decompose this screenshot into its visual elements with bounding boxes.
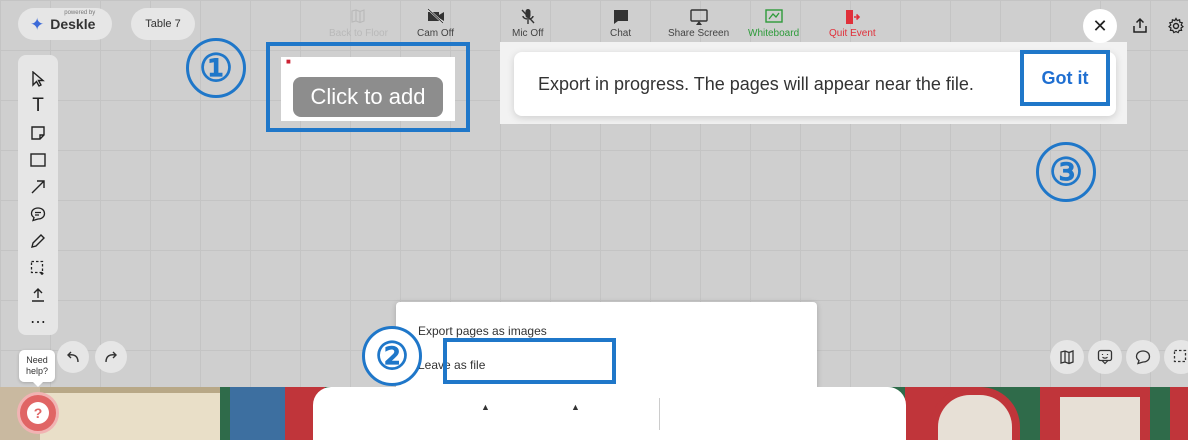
share-icon [1133,17,1147,33]
share-button[interactable] [1126,12,1154,40]
annotation-box-2 [443,338,616,384]
deskle-logo[interactable]: ✦ powered by Deskle [18,8,112,40]
logo-tagline: powered by [64,10,96,16]
whiteboard-toolbar: T ⋯ [18,55,58,335]
area-select-tool-icon[interactable] [23,254,53,281]
table-name[interactable]: Table 7 [131,8,195,40]
help-button[interactable]: ? [17,392,59,434]
more-tools-icon[interactable]: ⋯ [23,308,53,335]
camera-off-icon [426,8,445,28]
exit-icon [843,8,861,28]
mic-off-button[interactable]: Mic Off [512,8,543,39]
deskle-logo-icon: ✦ [30,14,45,34]
share-screen-icon [689,8,709,28]
comment-icon [1135,350,1151,365]
annotation-number-2: ② [362,326,422,386]
select-tool-icon[interactable] [23,65,53,92]
mic-options-caret[interactable]: ▲ [571,402,580,412]
got-it-button[interactable]: Got it [1020,50,1110,106]
cam-off-button[interactable]: Cam Off [417,8,454,39]
gear-icon [1168,17,1184,34]
cam-off-label: Cam Off [417,28,455,39]
mic-off-label: Mic Off [512,28,544,39]
upload-tool-icon[interactable] [23,281,53,308]
bottom-control-bar [313,387,906,440]
back-to-floor-label: Back to Floor [329,28,388,39]
back-to-floor-button[interactable]: Back to Floor [329,8,388,39]
annotation-box-1 [266,42,470,132]
chat-button-right[interactable] [1126,340,1160,374]
annotation-number-1: ① [186,38,246,98]
mic-off-icon [520,8,536,28]
bottom-bar-divider [659,398,660,430]
annotation-number-3: ③ [1036,142,1096,202]
share-screen-button[interactable]: Share Screen [668,8,729,39]
cam-options-caret[interactable]: ▲ [481,402,490,412]
sticky-note-tool-icon[interactable] [23,119,53,146]
logo-text: Deskle [50,16,96,32]
area-select-icon [1173,349,1187,363]
chat-label: Chat [610,28,632,39]
map-button[interactable] [1050,340,1084,374]
undo-icon [67,351,79,363]
redo-icon [105,351,117,363]
text-tool-icon[interactable]: T [23,92,53,119]
close-icon: ✕ [1092,15,1108,36]
comment-tool-icon[interactable] [23,200,53,227]
quit-event-button[interactable]: Quit Event [829,8,876,39]
undo-button[interactable] [57,341,89,373]
redo-button[interactable] [95,341,127,373]
whiteboard-button[interactable]: Whiteboard [748,8,799,39]
emoji-button[interactable] [1088,340,1122,374]
settings-button[interactable] [1162,12,1188,40]
whiteboard-icon [764,8,784,28]
quit-event-label: Quit Event [829,28,876,39]
chat-icon [612,8,630,28]
arrow-tool-icon[interactable] [23,173,53,200]
need-help-bubble: Need help? [19,350,55,387]
close-button[interactable]: ✕ [1083,9,1117,43]
pencil-tool-icon[interactable] [23,227,53,254]
whiteboard-label: Whiteboard [748,28,800,39]
rectangle-tool-icon[interactable] [23,146,53,173]
help-icon: ? [27,402,49,424]
menu-item-export-images[interactable]: Export pages as images [418,324,547,338]
emoji-icon [1097,349,1113,365]
map-icon [1060,350,1074,365]
share-screen-label: Share Screen [668,28,730,39]
map-icon [350,8,366,28]
toast-message: Export in progress. The pages will appea… [538,73,974,94]
chat-button[interactable]: Chat [610,8,631,39]
